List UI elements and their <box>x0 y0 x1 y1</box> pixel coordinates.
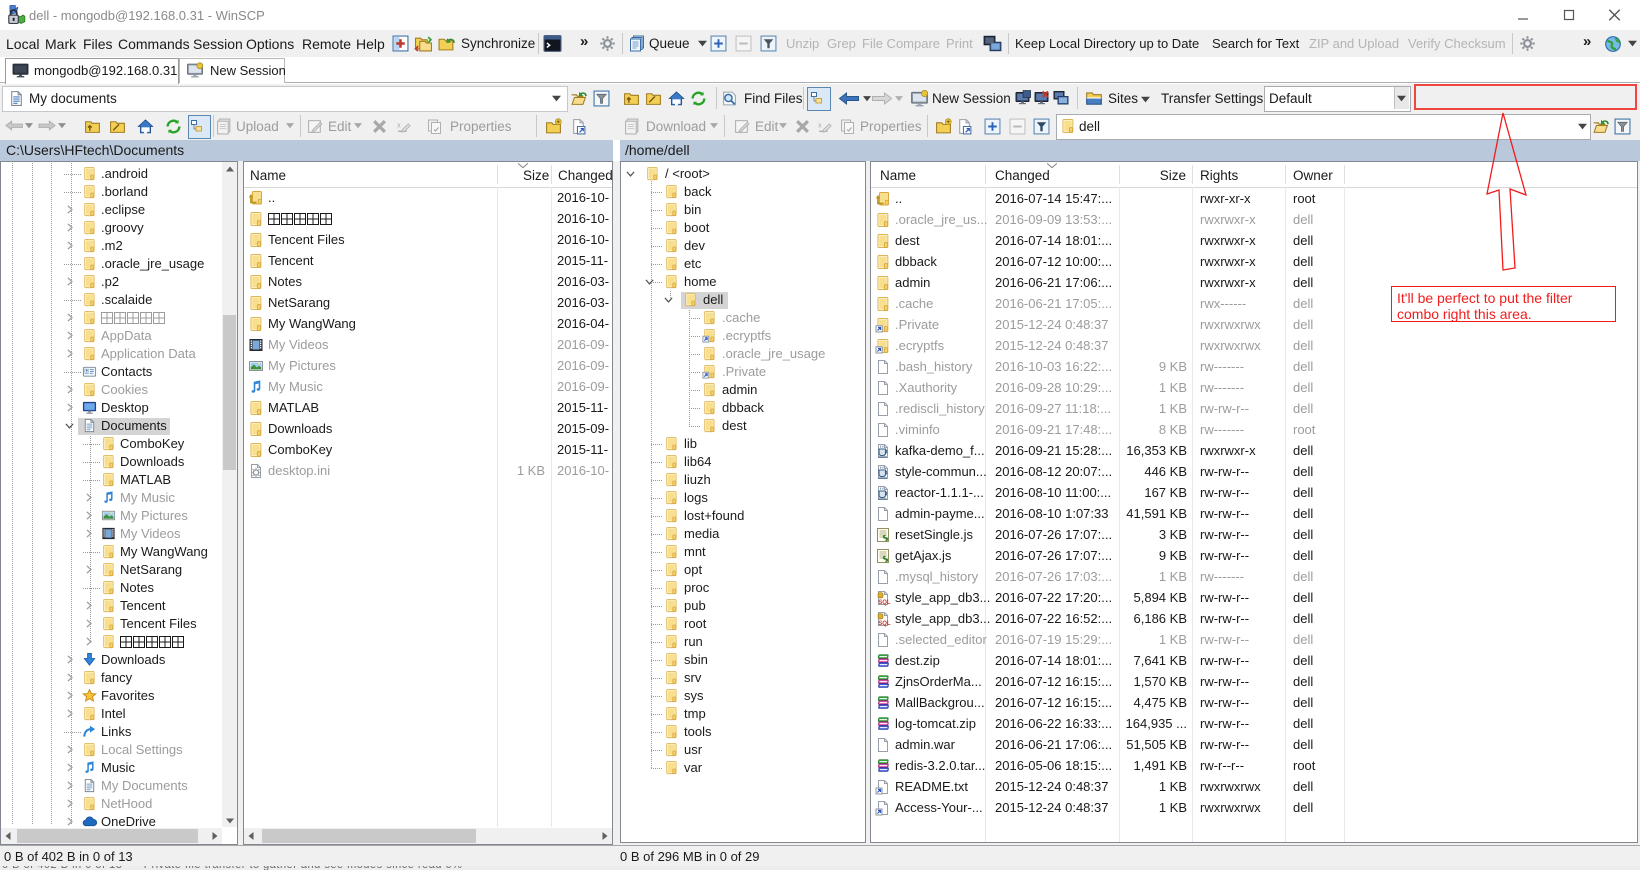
svg-text:x: x <box>397 123 401 130</box>
svg-text:x: x <box>818 123 822 130</box>
